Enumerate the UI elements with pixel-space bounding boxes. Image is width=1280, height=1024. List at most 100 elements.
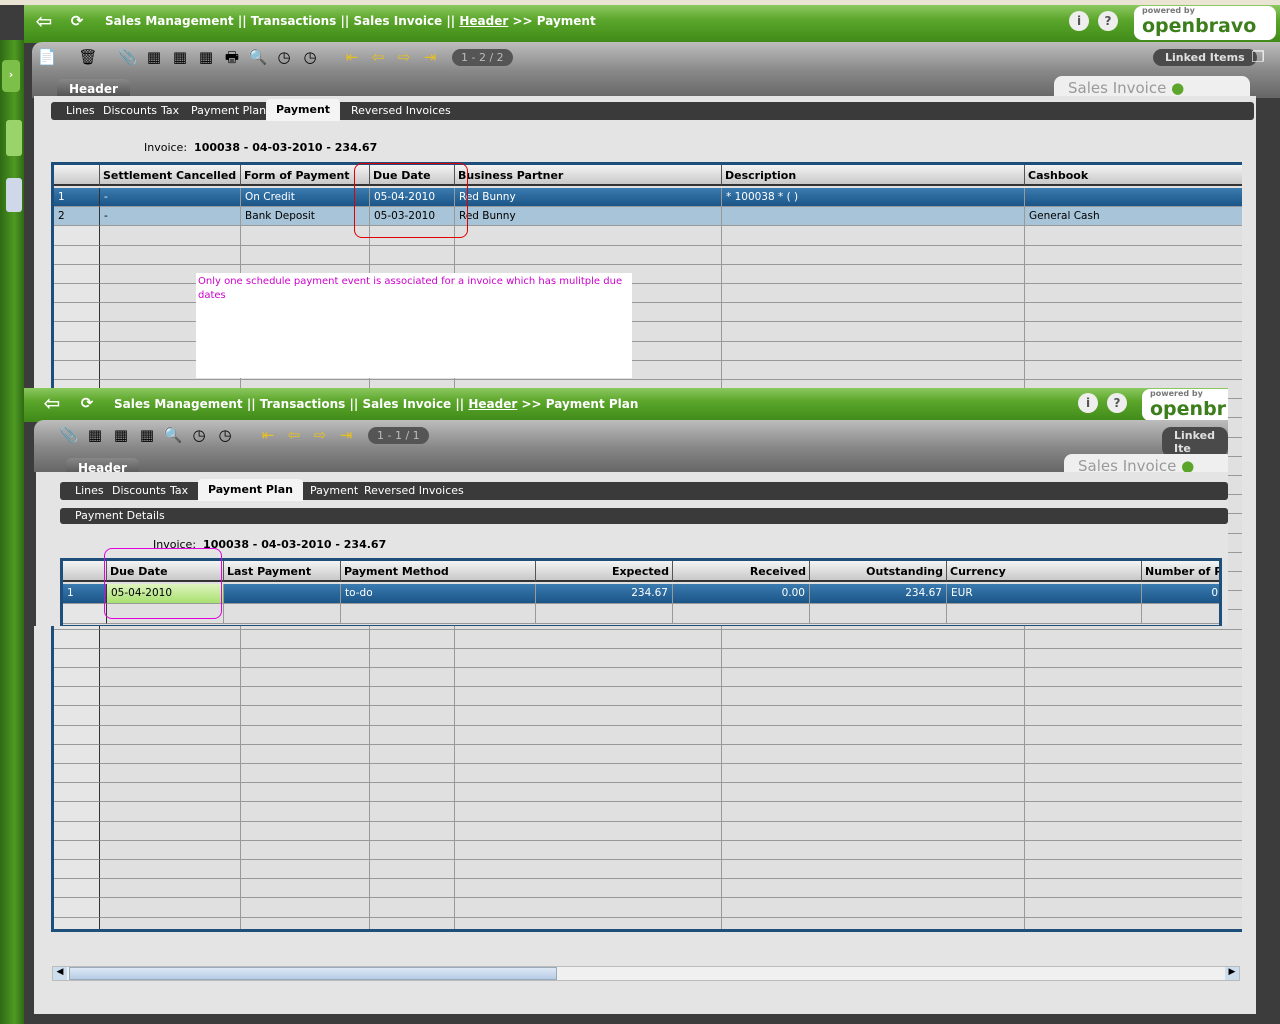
column-header[interactable]: Number of Pa — [1142, 561, 1219, 582]
table-cell[interactable]: Red Bunny — [455, 207, 722, 227]
info-icon[interactable]: i — [1078, 393, 1098, 413]
back-icon[interactable]: ⇦ — [34, 11, 54, 31]
tab-payment-details[interactable]: Payment Details — [75, 509, 165, 522]
empty-row-cell — [370, 725, 455, 745]
column-header[interactable]: Form of Payment — [241, 165, 370, 186]
new-icon[interactable]: 📄 — [37, 47, 57, 67]
linked-items-icon[interactable]: ❐ — [1248, 47, 1268, 67]
export-csv-icon[interactable]: ▦ — [170, 47, 190, 67]
table-cell[interactable]: EUR — [947, 584, 1142, 604]
audit-icon[interactable]: ◷ — [189, 425, 209, 445]
history-icon[interactable]: ◷ — [215, 425, 235, 445]
export-pdf-icon[interactable]: ▦ — [137, 425, 157, 445]
history-icon[interactable]: ◷ — [300, 47, 320, 67]
table-cell[interactable]: 234.67 — [810, 584, 947, 604]
horizontal-scrollbar[interactable]: ◀ ▶ — [52, 966, 1240, 981]
next-record-icon[interactable]: ⇨ — [394, 47, 414, 67]
help-icon[interactable]: ? — [1107, 393, 1127, 413]
table-cell[interactable]: - — [100, 188, 241, 208]
breadcrumb-header-link[interactable]: Header — [468, 397, 517, 411]
table-cell[interactable]: 0 — [1142, 584, 1219, 604]
table-cell[interactable] — [224, 584, 341, 604]
back-icon[interactable]: ⇦ — [42, 393, 62, 413]
table-cell[interactable]: 234.67 — [536, 584, 673, 604]
grid-view-icon[interactable] — [6, 178, 22, 212]
search-icon[interactable]: 🔍 — [248, 47, 268, 67]
table-cell[interactable]: - — [100, 207, 241, 227]
table-cell[interactable]: Bank Deposit — [241, 207, 370, 227]
row-number[interactable]: 1 — [63, 584, 107, 604]
column-header[interactable]: Business Partner — [455, 165, 722, 186]
export-excel-icon[interactable]: ▦ — [85, 425, 105, 445]
table-cell[interactable]: * 100038 * ( ) — [722, 188, 1025, 208]
column-header[interactable]: Expected — [536, 561, 673, 582]
search-icon[interactable]: 🔍 — [163, 425, 183, 445]
linked-items-button[interactable]: Linked Ite — [1162, 427, 1228, 457]
previous-record-icon[interactable]: ⇦ — [284, 425, 304, 445]
table-cell[interactable]: to-do — [341, 584, 536, 604]
column-header[interactable]: Outstanding — [810, 561, 947, 582]
last-record-icon[interactable]: ⇥ — [336, 425, 356, 445]
table-cell[interactable]: On Credit — [241, 188, 370, 208]
empty-row-cell — [370, 706, 455, 726]
row-number[interactable]: 1 — [54, 188, 100, 208]
export-excel-icon[interactable]: ▦ — [144, 47, 164, 67]
column-header[interactable]: Description — [722, 165, 1025, 186]
row-number[interactable]: 2 — [54, 207, 100, 227]
tab-discounts[interactable]: Discounts — [112, 484, 166, 497]
table-cell[interactable]: General Cash — [1025, 207, 1242, 227]
linked-items-button[interactable]: Linked Items — [1153, 49, 1257, 66]
attach-icon[interactable]: 📎 — [59, 425, 79, 445]
last-record-icon[interactable]: ⇥ — [420, 47, 440, 67]
first-record-icon[interactable]: ⇤ — [342, 47, 362, 67]
attach-icon[interactable]: 📎 — [118, 47, 138, 67]
first-record-icon[interactable]: ⇤ — [258, 425, 278, 445]
column-header[interactable]: Payment Method — [341, 561, 536, 582]
tab-lines[interactable]: Lines — [75, 484, 104, 497]
next-record-icon[interactable]: ⇨ — [310, 425, 330, 445]
column-header[interactable]: Cashbook — [1025, 165, 1242, 186]
empty-row-cell — [341, 604, 536, 624]
audit-icon[interactable]: ◷ — [274, 47, 294, 67]
refresh-icon[interactable]: ⟳ — [77, 393, 97, 413]
table-cell[interactable]: Red Bunny — [455, 188, 722, 208]
empty-row-cell — [722, 360, 1025, 380]
help-icon[interactable]: ? — [1098, 11, 1118, 31]
edit-view-icon[interactable] — [6, 120, 22, 156]
info-icon[interactable]: i — [1069, 11, 1089, 31]
empty-row-cell — [1025, 879, 1242, 899]
refresh-icon[interactable]: ⟳ — [67, 11, 87, 31]
export-csv-icon[interactable]: ▦ — [111, 425, 131, 445]
tab-reversed-invoices[interactable]: Reversed Invoices — [364, 484, 464, 497]
delete-icon[interactable]: 🗑 — [78, 47, 98, 67]
tab-payment-plan[interactable]: Payment Plan — [191, 104, 266, 117]
column-header[interactable]: Settlement Cancelled — [100, 165, 241, 186]
scroll-thumb[interactable] — [69, 967, 557, 980]
tab-lines[interactable]: Lines — [66, 104, 95, 117]
table-cell[interactable] — [722, 207, 1025, 227]
tab-tax[interactable]: Tax — [161, 104, 179, 117]
table-cell[interactable]: 0.00 — [673, 584, 810, 604]
expand-menu-button[interactable]: › — [2, 60, 20, 92]
column-header[interactable]: Received — [673, 561, 810, 582]
tab-payment-plan[interactable]: Payment Plan — [198, 479, 303, 501]
due-date-highlight — [354, 163, 468, 238]
breadcrumb-header-link[interactable]: Header — [459, 14, 508, 28]
tab-tax[interactable]: Tax — [170, 484, 188, 497]
empty-row-cell — [241, 687, 370, 707]
payment-plan-grid: Due Date Last Payment Payment Method Expect… — [60, 558, 1222, 626]
export-pdf-icon[interactable]: ▦ — [196, 47, 216, 67]
tab-discounts[interactable]: Discounts — [103, 104, 157, 117]
tab-payment[interactable]: Payment — [310, 484, 358, 497]
print-icon[interactable]: 🖶 — [222, 47, 242, 67]
tab-reversed-invoices[interactable]: Reversed Invoices — [351, 104, 451, 117]
table-cell[interactable] — [1025, 188, 1242, 208]
tab-payment[interactable]: Payment — [266, 99, 341, 121]
column-header[interactable]: Currency — [947, 561, 1142, 582]
scroll-right-icon[interactable]: ▶ — [1225, 967, 1239, 980]
column-header[interactable]: Last Payment — [224, 561, 341, 582]
empty-row-cell — [100, 879, 241, 899]
previous-record-icon[interactable]: ⇦ — [368, 47, 388, 67]
empty-row-cell — [722, 284, 1025, 304]
scroll-left-icon[interactable]: ◀ — [53, 967, 67, 980]
